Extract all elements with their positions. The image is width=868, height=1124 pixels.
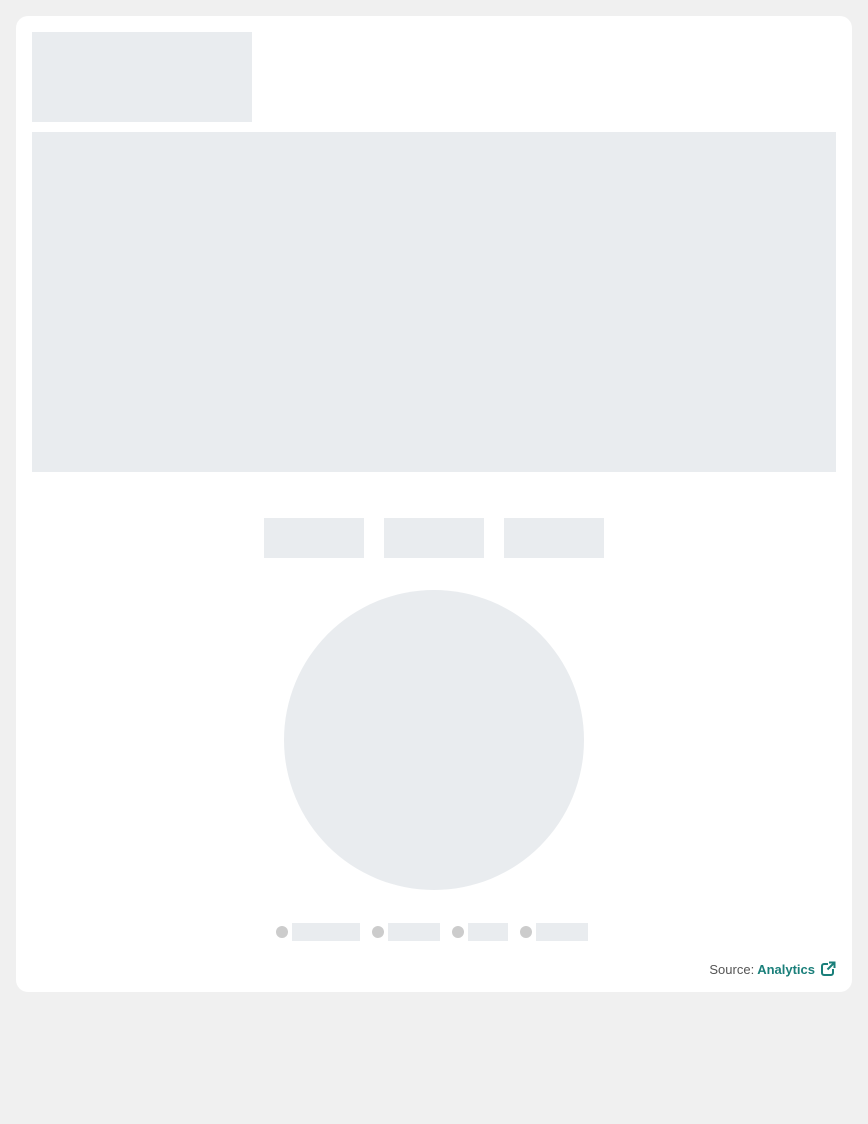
legend-dot bbox=[276, 926, 288, 938]
legend-dot bbox=[452, 926, 464, 938]
legend-label-skeleton bbox=[536, 923, 588, 941]
filter-button-skeleton bbox=[264, 518, 364, 558]
filter-button-skeleton bbox=[504, 518, 604, 558]
source-label: Source: bbox=[709, 961, 755, 977]
legend-dot bbox=[372, 926, 384, 938]
source-attribution: Source: Analytics bbox=[709, 961, 836, 977]
widget-card: Source: Analytics bbox=[16, 16, 852, 992]
filter-button-skeleton bbox=[384, 518, 484, 558]
pie-chart-skeleton bbox=[284, 590, 584, 890]
main-chart-skeleton bbox=[32, 132, 836, 472]
source-link[interactable]: Analytics bbox=[757, 962, 815, 977]
legend-dot bbox=[520, 926, 532, 938]
legend-label-skeleton bbox=[388, 923, 440, 941]
legend-label-skeleton bbox=[292, 923, 360, 941]
external-link-icon[interactable] bbox=[820, 961, 836, 977]
legend-label-skeleton bbox=[468, 923, 508, 941]
title-skeleton bbox=[32, 32, 252, 122]
